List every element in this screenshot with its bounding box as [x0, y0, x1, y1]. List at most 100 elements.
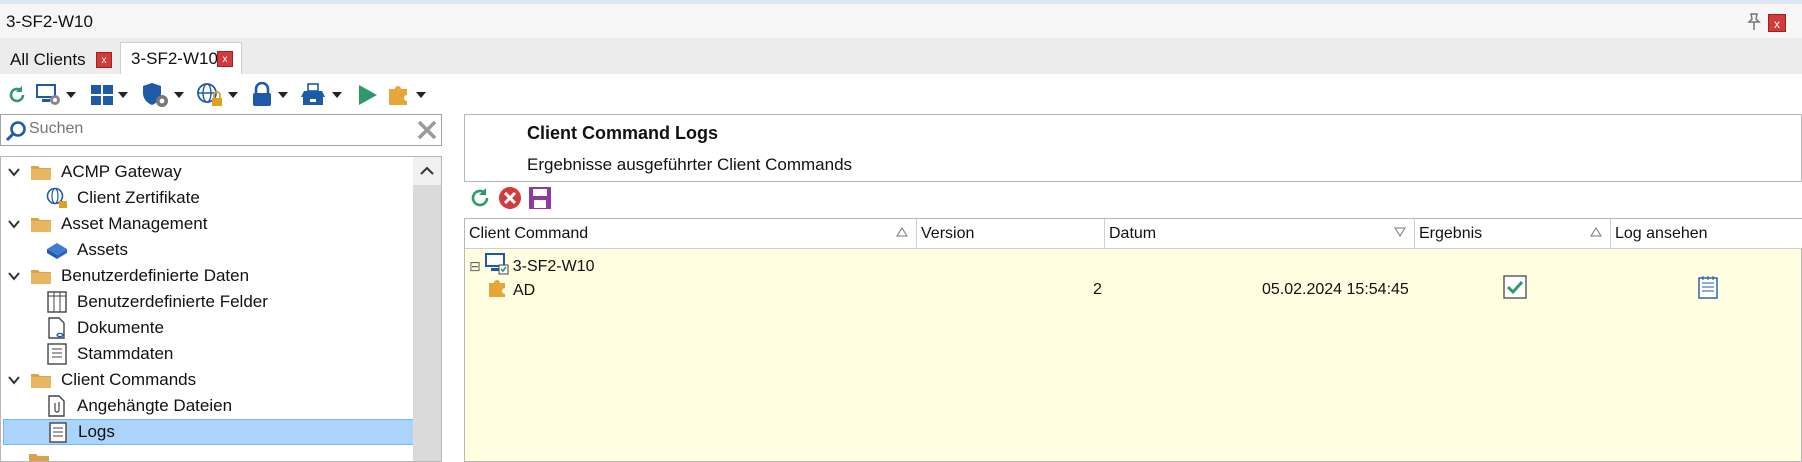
tree-item-label: Client Commands: [61, 370, 197, 389]
chevron-down-icon[interactable]: [174, 92, 184, 98]
clear-search-icon[interactable]: [415, 118, 439, 147]
view-log-icon[interactable]: [1697, 275, 1719, 304]
refresh-icon[interactable]: [6, 82, 28, 108]
success-checkbox-icon: [1503, 275, 1527, 304]
tree-item-angehaengte-dateien[interactable]: Angehängte Dateien: [45, 393, 232, 419]
tab-close-button[interactable]: x: [217, 51, 233, 67]
table-columns-icon: [45, 291, 69, 313]
windows-icon[interactable]: [90, 82, 128, 108]
tree-item-label: ACMP Gateway: [61, 162, 182, 181]
play-icon[interactable]: [356, 82, 380, 108]
document-link-icon: [45, 317, 69, 339]
tree-item-label: Dokumente: [77, 318, 164, 337]
client-settings-icon[interactable]: [36, 82, 76, 108]
grid-header: Client Command Version Datum Ergebnis Lo…: [465, 219, 1802, 249]
chevron-down-icon[interactable]: [7, 165, 21, 179]
tab-all-clients[interactable]: All Clients x: [0, 44, 118, 74]
cell-datum: 05.02.2024 15:54:45: [1262, 281, 1409, 298]
tree-item-stammdaten[interactable]: Stammdaten: [45, 341, 173, 367]
tree-scrollbar[interactable]: [413, 157, 441, 461]
column-header-version[interactable]: Version: [917, 219, 1105, 249]
chevron-down-icon[interactable]: [66, 92, 76, 98]
chevron-down-icon[interactable]: [278, 92, 288, 98]
group-row[interactable]: ⊟ 3-SF2-W10: [469, 253, 595, 280]
chevron-down-icon[interactable]: [332, 92, 342, 98]
column-label: Client Command: [469, 225, 589, 242]
chevron-down-icon[interactable]: [7, 217, 21, 231]
tree-item-label: Benutzerdefinierte Daten: [61, 266, 250, 285]
tree-item-folder-partial[interactable]: [27, 447, 59, 461]
globe-lock-icon: [45, 187, 69, 209]
pin-icon[interactable]: [1744, 12, 1764, 32]
tree-item-assets[interactable]: Assets: [45, 237, 128, 263]
list-icon: [45, 343, 69, 365]
tree-item-label: Angehängte Dateien: [77, 396, 233, 415]
tree-item-asset-management[interactable]: Asset Management: [7, 211, 207, 237]
tree-item-client-zertifikate[interactable]: Client Zertifikate: [45, 185, 200, 211]
log-icon: [46, 421, 70, 443]
tab-client-detail[interactable]: 3-SF2-W10 x: [120, 42, 242, 74]
sort-ascending-icon: [896, 227, 908, 237]
tree-item-label: Logs: [78, 422, 115, 441]
remote-tools-icon[interactable]: [300, 82, 342, 108]
security-settings-icon[interactable]: [142, 82, 184, 108]
column-header-datum[interactable]: Datum: [1105, 219, 1415, 249]
column-header-client-command[interactable]: Client Command: [465, 219, 917, 249]
column-header-log-ansehen[interactable]: Log ansehen: [1611, 219, 1802, 249]
tab-close-button[interactable]: x: [96, 52, 112, 68]
main-toolbar: [0, 74, 1802, 114]
tree-item-dokumente[interactable]: Dokumente: [45, 315, 164, 341]
tree-item-logs[interactable]: Logs: [3, 419, 415, 445]
tab-label: All Clients: [10, 50, 86, 69]
chevron-up-icon: [420, 166, 434, 175]
assets-icon: [45, 239, 69, 261]
tree-item-benutzerdefinierte-daten[interactable]: Benutzerdefinierte Daten: [7, 263, 249, 289]
window-titlebar: 3-SF2-W10 x: [0, 0, 1802, 38]
chevron-down-icon[interactable]: [228, 92, 238, 98]
folder-icon: [27, 449, 51, 461]
tab-strip: All Clients x 3-SF2-W10 x: [0, 38, 1802, 74]
sort-ascending-icon: [1590, 227, 1602, 237]
tree-item-acmp-gateway[interactable]: ACMP Gateway: [7, 159, 182, 185]
cell-version: 2: [1093, 281, 1102, 298]
search-icon: [5, 120, 27, 147]
plugin-icon[interactable]: [386, 82, 426, 108]
column-header-ergebnis[interactable]: Ergebnis: [1415, 219, 1611, 249]
scroll-up-button[interactable]: [413, 157, 441, 185]
sort-descending-icon: [1394, 227, 1406, 237]
collapse-icon[interactable]: ⊟: [469, 258, 481, 275]
search-box: [0, 114, 442, 146]
tree-item-label: Stammdaten: [77, 344, 174, 363]
column-label: Log ansehen: [1615, 225, 1708, 242]
chevron-down-icon[interactable]: [416, 92, 426, 98]
tree-item-label: Assets: [77, 240, 129, 259]
tree-item-benutzerdefinierte-felder[interactable]: Benutzerdefinierte Felder: [45, 289, 268, 315]
table-row[interactable]: AD: [487, 277, 535, 304]
folder-icon: [29, 265, 53, 287]
panel-splitter[interactable]: [446, 114, 466, 462]
window-title: 3-SF2-W10: [6, 12, 93, 31]
computer-icon: [484, 253, 509, 280]
logs-grid: Client Command Version Datum Ergebnis Lo…: [464, 218, 1802, 462]
chevron-down-icon[interactable]: [7, 373, 21, 387]
chevron-down-icon[interactable]: [7, 269, 21, 283]
folder-icon: [29, 161, 53, 183]
window-close-button[interactable]: x: [1768, 14, 1786, 32]
tree-item-label: Asset Management: [61, 214, 208, 233]
tab-label: 3-SF2-W10: [131, 49, 218, 68]
network-lock-icon[interactable]: [196, 82, 238, 108]
group-label: 3-SF2-W10: [512, 257, 595, 275]
refresh-icon[interactable]: [468, 186, 492, 214]
folder-icon: [29, 213, 53, 235]
save-icon[interactable]: [528, 186, 552, 214]
column-label: Datum: [1109, 225, 1157, 242]
tree-item-client-commands[interactable]: Client Commands: [7, 367, 196, 393]
search-input[interactable]: [29, 120, 409, 138]
cell-client-command: AD: [513, 281, 536, 299]
chevron-down-icon[interactable]: [118, 92, 128, 98]
folder-icon: [29, 369, 53, 391]
tree-item-label: Client Zertifikate: [77, 188, 200, 207]
delete-icon[interactable]: [498, 186, 522, 214]
navigation-tree: ACMP Gateway Client Zertifikate Asset Ma…: [0, 156, 442, 462]
lock-icon[interactable]: [250, 82, 288, 108]
